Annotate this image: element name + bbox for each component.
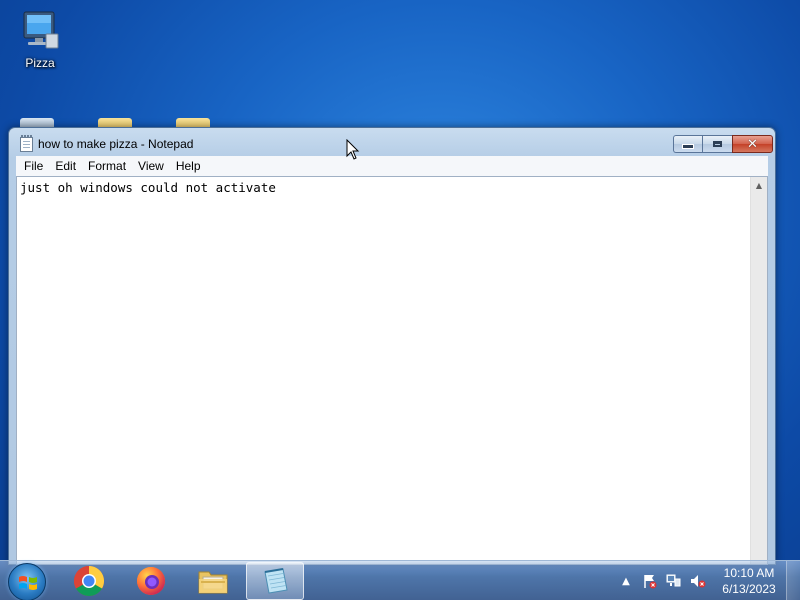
taskbar-clock[interactable]: 10:10 AM 6/13/2023 — [714, 565, 784, 597]
menu-view[interactable]: View — [132, 156, 170, 176]
editor-content[interactable]: just oh windows could not activate — [20, 180, 276, 195]
notepad-icon — [20, 135, 33, 152]
text-editor[interactable]: just oh windows could not activate ▲ — [16, 176, 768, 565]
taskbar-notepad[interactable] — [246, 562, 304, 600]
menu-file[interactable]: File — [18, 156, 49, 176]
menu-edit[interactable]: Edit — [49, 156, 82, 176]
menu-help[interactable]: Help — [170, 156, 207, 176]
windows-logo-icon — [19, 576, 37, 590]
system-tray: ▲ — [618, 569, 706, 593]
window-title: how to make pizza - Notepad — [38, 137, 194, 151]
show-hidden-icons-icon[interactable]: ▲ — [618, 573, 634, 589]
menu-bar: File Edit Format View Help — [16, 156, 768, 176]
vertical-scrollbar[interactable]: ▲ — [750, 177, 767, 564]
firefox-icon — [137, 567, 165, 595]
start-button[interactable] — [8, 563, 46, 600]
folder-icon — [198, 571, 228, 594]
action-center-flag-icon[interactable] — [642, 573, 658, 589]
taskbar-chrome[interactable] — [60, 562, 118, 600]
taskbar-explorer[interactable] — [184, 562, 242, 600]
desktop-icon-label: Pizza — [25, 56, 55, 70]
minimize-icon — [682, 144, 694, 149]
title-bar[interactable]: how to make pizza - Notepad ✕ — [9, 128, 775, 158]
computer-icon — [23, 11, 59, 49]
notepad-icon — [264, 568, 288, 594]
notepad-window[interactable]: how to make pizza - Notepad ✕ File Edit … — [8, 127, 776, 565]
volume-muted-icon[interactable] — [690, 573, 706, 589]
mouse-cursor-icon — [346, 139, 360, 160]
chrome-icon — [73, 566, 105, 597]
close-icon: ✕ — [747, 136, 758, 152]
maximize-button[interactable] — [702, 135, 732, 153]
desktop-icon-pizza[interactable]: Pizza — [8, 8, 72, 70]
caption-buttons: ✕ — [673, 135, 773, 153]
close-button[interactable]: ✕ — [732, 135, 773, 153]
clock-date: 6/13/2023 — [722, 582, 776, 596]
taskbar: ▲ 10:10 AM 6/13/2023 — [0, 560, 800, 600]
clock-time: 10:10 AM — [723, 566, 775, 580]
minimize-button[interactable] — [673, 135, 702, 153]
menu-format[interactable]: Format — [82, 156, 132, 176]
scroll-up-arrow-icon[interactable]: ▲ — [751, 177, 767, 194]
maximize-icon — [713, 141, 722, 147]
taskbar-firefox[interactable] — [122, 562, 180, 600]
show-desktop-button[interactable] — [786, 561, 800, 600]
network-icon[interactable] — [666, 573, 682, 589]
